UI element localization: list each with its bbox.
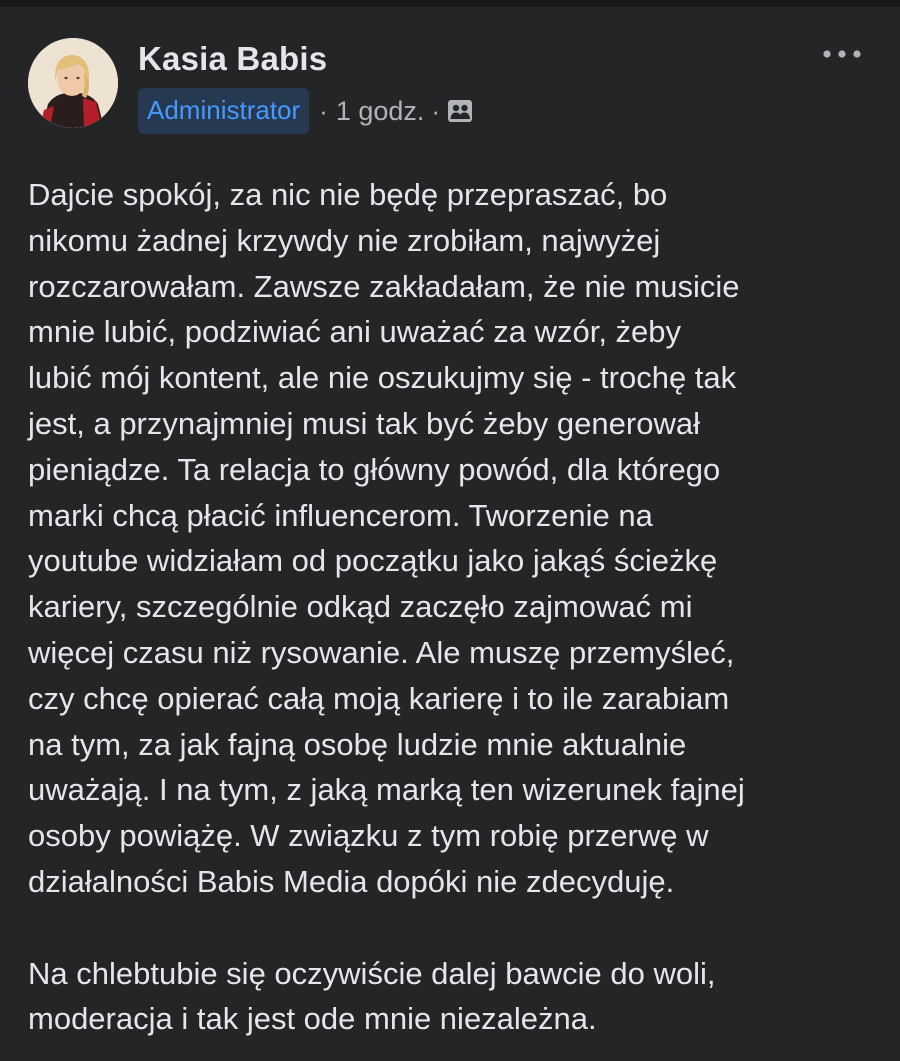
role-badge[interactable]: Administrator bbox=[138, 88, 310, 134]
post-text-line: pieniądze. Ta relacja to główny powód, d… bbox=[28, 451, 721, 487]
post-timestamp[interactable]: 1 godz. bbox=[336, 96, 425, 127]
post-text-line: na tym, za jak fajną osobę ludzie mnie a… bbox=[28, 726, 687, 762]
post-text-line: youtube widziałam od początku jako jakąś… bbox=[28, 543, 718, 579]
more-options-icon bbox=[823, 50, 861, 58]
post-text-line: nikomu żadnej krzywdy nie zrobiłam, najw… bbox=[28, 222, 661, 258]
more-options-button[interactable] bbox=[818, 40, 866, 68]
post-text-line: jest, a przynajmniej musi tak być żeby g… bbox=[28, 405, 700, 441]
post-text-line: więcej czasu niż rysowanie. Ale muszę pr… bbox=[28, 634, 735, 670]
post-text-line: uważają. I na tym, z jaką marką ten wize… bbox=[28, 772, 745, 808]
post-text-line: marki chcą płacić influencerom. Tworzeni… bbox=[28, 497, 653, 533]
post-meta: Administrator · 1 godz. · bbox=[138, 88, 474, 134]
post-text-line: rozczarowałam. Zawsze zakładałam, że nie… bbox=[28, 268, 740, 304]
post-text-line: moderacja i tak jest ode mnie niezależna… bbox=[28, 1001, 597, 1037]
post-text-line: Dajcie spokój, za nic nie będę przeprasz… bbox=[28, 177, 668, 212]
meta-separator: · bbox=[319, 95, 328, 126]
paragraph-break bbox=[28, 905, 888, 951]
avatar[interactable] bbox=[28, 38, 118, 128]
post-text-line: lubić mój kontent, ale nie oszukujmy się… bbox=[28, 360, 737, 396]
post-text-line: Na chlebtubie się oczywiście dalej bawci… bbox=[28, 955, 716, 991]
post-body: Dajcie spokój, za nic nie będę przeprasz… bbox=[28, 172, 888, 1042]
post-text-line: mnie lubić, podziwiać ani uważać za wzór… bbox=[28, 314, 682, 350]
meta-separator: · bbox=[431, 95, 441, 126]
post-text-line: kariery, szczególnie odkąd zaczęło zajmo… bbox=[28, 589, 693, 625]
post-text-line: czy chcę opierać całą moją karierę i to … bbox=[28, 680, 730, 716]
avatar-image bbox=[28, 38, 118, 128]
top-edge-divider bbox=[0, 0, 900, 7]
post-text-line: działalności Babis Media dopóki nie zdec… bbox=[28, 863, 675, 899]
group-members-icon[interactable] bbox=[446, 97, 474, 125]
post-text-line: osoby powiążę. W związku z tym robię prz… bbox=[28, 818, 709, 854]
author-name[interactable]: Kasia Babis bbox=[138, 40, 327, 78]
